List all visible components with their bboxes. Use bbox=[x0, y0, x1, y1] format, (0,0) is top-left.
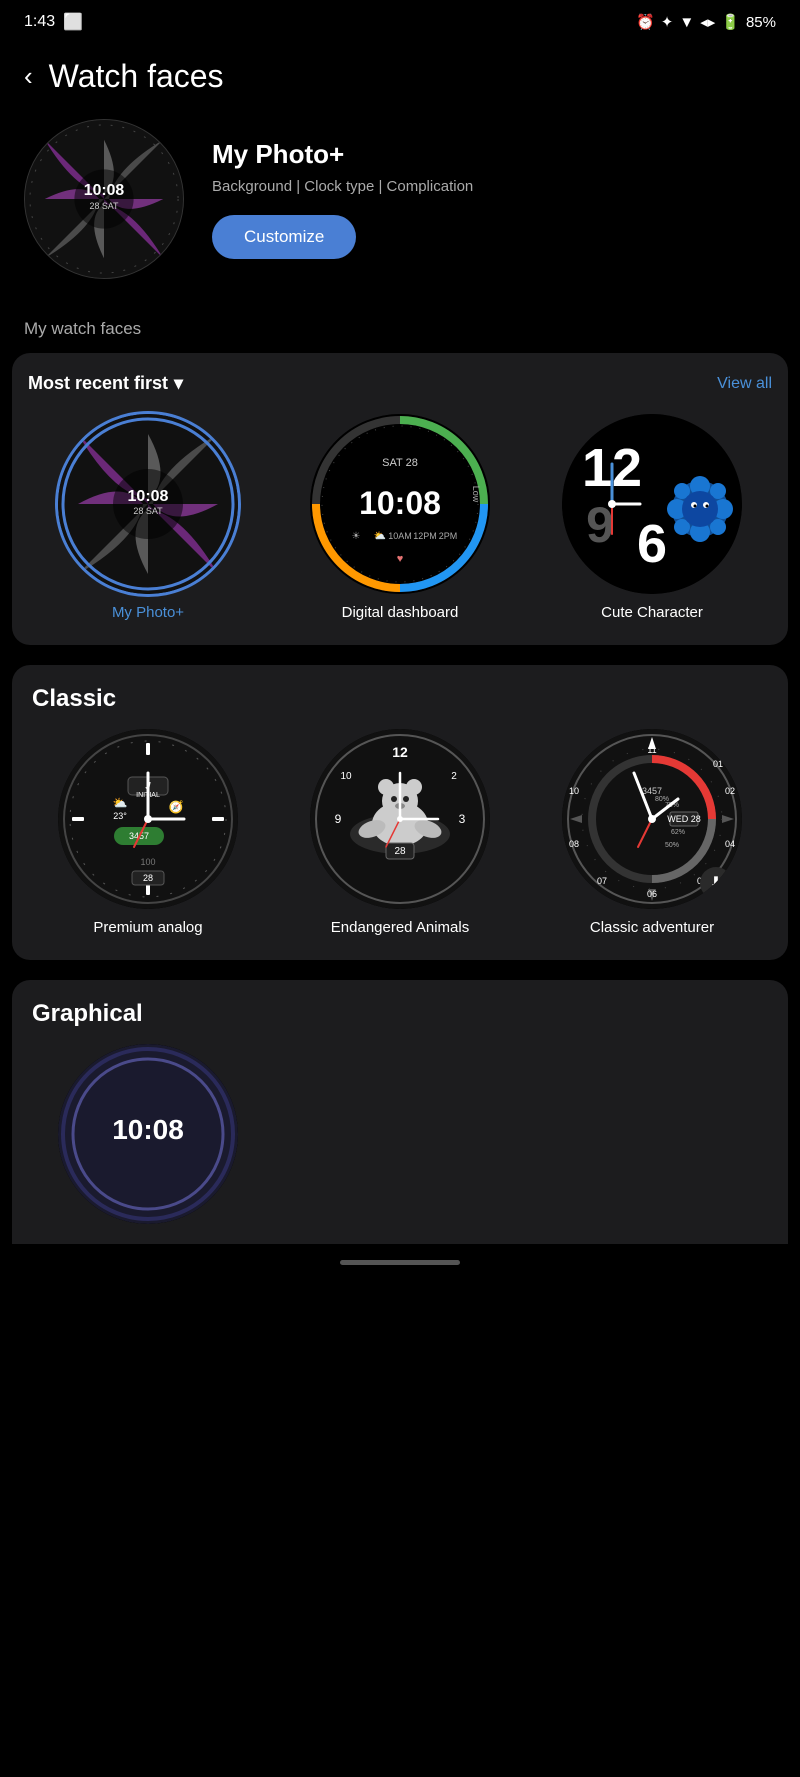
svg-text:100: 100 bbox=[140, 857, 155, 867]
signal-icon: ◂▸ bbox=[700, 13, 715, 31]
svg-text:10:08: 10:08 bbox=[112, 1114, 184, 1145]
svg-text:62%: 62% bbox=[671, 829, 685, 836]
svg-text:10: 10 bbox=[340, 771, 352, 782]
svg-text:04: 04 bbox=[725, 839, 735, 849]
classic-card: Classic J INITIAL bbox=[12, 665, 788, 960]
watch-label-premium-analog: Premium analog bbox=[93, 919, 202, 936]
status-right: ⏰ ✦ ▼ ◂▸ 🔋 85% bbox=[636, 13, 776, 31]
svg-text:01: 01 bbox=[713, 759, 723, 769]
watch-item-graphical-1[interactable]: 10:08 bbox=[28, 1044, 268, 1224]
watch-label-cute-character: Cute Character bbox=[601, 604, 703, 621]
battery-icon: 🔋 bbox=[721, 13, 740, 31]
svg-text:🧭: 🧭 bbox=[169, 800, 184, 814]
chevron-down-icon: ▾ bbox=[174, 373, 183, 394]
watch-item-endangered-animals[interactable]: 28 12 9 3 10 2 Endangered Animals bbox=[280, 729, 520, 936]
watch-item-my-photo[interactable]: 10:08 28 SAT My Photo+ bbox=[28, 414, 268, 621]
watch-item-classic-adventurer[interactable]: WED 28 11 01 02 10 08 07 06 05 04 80% 75… bbox=[532, 729, 772, 936]
watch-thumb-graphical-1[interactable]: 10:08 bbox=[58, 1044, 238, 1224]
page-header: ‹ Watch faces bbox=[0, 40, 800, 119]
svg-text:2PM: 2PM bbox=[439, 531, 458, 541]
svg-text:10AM: 10AM bbox=[388, 531, 412, 541]
watch-item-digital-dashboard[interactable]: SAT 28 10:08 ☀ ⛅ 10AM 12PM 2PM Low ♥ Dig… bbox=[280, 414, 520, 621]
svg-text:⛅: ⛅ bbox=[113, 796, 128, 810]
featured-watch-name: My Photo+ bbox=[212, 139, 776, 170]
svg-text:28: 28 bbox=[143, 873, 153, 883]
svg-text:3457: 3457 bbox=[642, 786, 662, 796]
home-indicator[interactable] bbox=[340, 1260, 460, 1265]
watch-label-my-photo: My Photo+ bbox=[112, 604, 184, 621]
featured-watch-face: 10:08 28 SAT My Photo+ Background | Cloc… bbox=[0, 119, 800, 309]
my-watchfaces-grid: 10:08 28 SAT My Photo+ bbox=[28, 414, 772, 621]
svg-text:50%: 50% bbox=[665, 842, 679, 849]
my-watchfaces-section-label: My watch faces bbox=[0, 309, 800, 353]
watch-label-digital-dashboard: Digital dashboard bbox=[342, 604, 459, 621]
svg-text:WED 28: WED 28 bbox=[667, 814, 701, 824]
svg-text:9: 9 bbox=[335, 812, 342, 826]
featured-info: My Photo+ Background | Clock type | Comp… bbox=[212, 139, 776, 259]
watch-thumb-endangered-animals[interactable]: 28 12 9 3 10 2 bbox=[310, 729, 490, 909]
watch-thumb-premium-analog[interactable]: J INITIAL 3457 ⛅ 23° 🧭 28 bbox=[58, 729, 238, 909]
svg-text:10: 10 bbox=[569, 786, 579, 796]
svg-text:02: 02 bbox=[725, 786, 735, 796]
watch-label-endangered-animals: Endangered Animals bbox=[331, 919, 469, 936]
page-title: Watch faces bbox=[49, 58, 224, 95]
svg-text:☀: ☀ bbox=[352, 531, 361, 542]
status-bar: 1:43 ⬜ ⏰ ✦ ▼ ◂▸ 🔋 85% bbox=[0, 0, 800, 40]
watch-item-cute-character[interactable]: 12 9 6 bbox=[532, 414, 772, 621]
svg-text:28 SAT: 28 SAT bbox=[133, 506, 163, 516]
watch-thumb-my-photo[interactable]: 10:08 28 SAT bbox=[58, 414, 238, 594]
bluetooth-icon: ✦ bbox=[661, 13, 674, 31]
svg-text:6: 6 bbox=[637, 514, 667, 574]
svg-text:3: 3 bbox=[459, 812, 466, 826]
screen-icon: ⬜ bbox=[63, 12, 83, 32]
svg-text:10:08: 10:08 bbox=[359, 485, 441, 521]
graphical-section: Graphical 10:08 bbox=[12, 980, 788, 1244]
svg-text:12: 12 bbox=[392, 744, 408, 760]
watch-item-premium-analog[interactable]: J INITIAL 3457 ⛅ 23° 🧭 28 bbox=[28, 729, 268, 936]
svg-text:12PM: 12PM bbox=[413, 531, 437, 541]
bottom-bar bbox=[0, 1244, 800, 1281]
svg-text:10:08: 10:08 bbox=[128, 488, 169, 505]
back-button[interactable]: ‹ bbox=[24, 61, 33, 92]
sort-label[interactable]: Most recent first ▾ bbox=[28, 373, 183, 394]
svg-text:11: 11 bbox=[647, 745, 656, 755]
graphical-grid: 10:08 bbox=[28, 1044, 772, 1224]
wifi-icon: ▼ bbox=[679, 14, 694, 31]
watch-thumb-cute-character[interactable]: 12 9 6 bbox=[562, 414, 742, 594]
svg-text:10:08: 10:08 bbox=[84, 182, 125, 199]
watch-thumb-classic-adventurer[interactable]: WED 28 11 01 02 10 08 07 06 05 04 80% 75… bbox=[562, 729, 742, 909]
classic-grid: J INITIAL 3457 ⛅ 23° 🧭 28 bbox=[28, 729, 772, 936]
svg-text:08: 08 bbox=[569, 839, 579, 849]
customize-button[interactable]: Customize bbox=[212, 215, 356, 259]
svg-text:06: 06 bbox=[647, 889, 657, 899]
download-badge[interactable]: ⬇ bbox=[700, 867, 732, 899]
my-watchfaces-card: Most recent first ▾ View all bbox=[12, 353, 788, 645]
svg-text:28 SAT: 28 SAT bbox=[90, 201, 120, 211]
svg-text:♥: ♥ bbox=[397, 553, 404, 565]
alarm-icon: ⏰ bbox=[636, 13, 655, 31]
card-header: Most recent first ▾ View all bbox=[28, 373, 772, 394]
watch-label-classic-adventurer: Classic adventurer bbox=[590, 919, 714, 936]
view-all-button[interactable]: View all bbox=[717, 375, 772, 393]
graphical-section-title: Graphical bbox=[28, 1000, 772, 1044]
featured-watch-desc: Background | Clock type | Complication bbox=[212, 178, 776, 195]
svg-text:2: 2 bbox=[451, 771, 457, 782]
classic-section-title: Classic bbox=[28, 685, 772, 729]
svg-text:07: 07 bbox=[597, 876, 607, 886]
svg-text:⛅: ⛅ bbox=[374, 530, 386, 542]
svg-text:28: 28 bbox=[394, 846, 406, 857]
status-left: 1:43 ⬜ bbox=[24, 12, 83, 32]
watch-thumb-digital-dashboard[interactable]: SAT 28 10:08 ☀ ⛅ 10AM 12PM 2PM Low ♥ bbox=[310, 414, 490, 594]
battery-percent: 85% bbox=[746, 14, 776, 31]
svg-text:Low: Low bbox=[471, 486, 481, 503]
featured-clock-preview[interactable]: 10:08 28 SAT bbox=[24, 119, 184, 279]
svg-text:23°: 23° bbox=[113, 811, 127, 821]
time-display: 1:43 bbox=[24, 13, 55, 31]
svg-text:SAT 28: SAT 28 bbox=[382, 457, 418, 469]
